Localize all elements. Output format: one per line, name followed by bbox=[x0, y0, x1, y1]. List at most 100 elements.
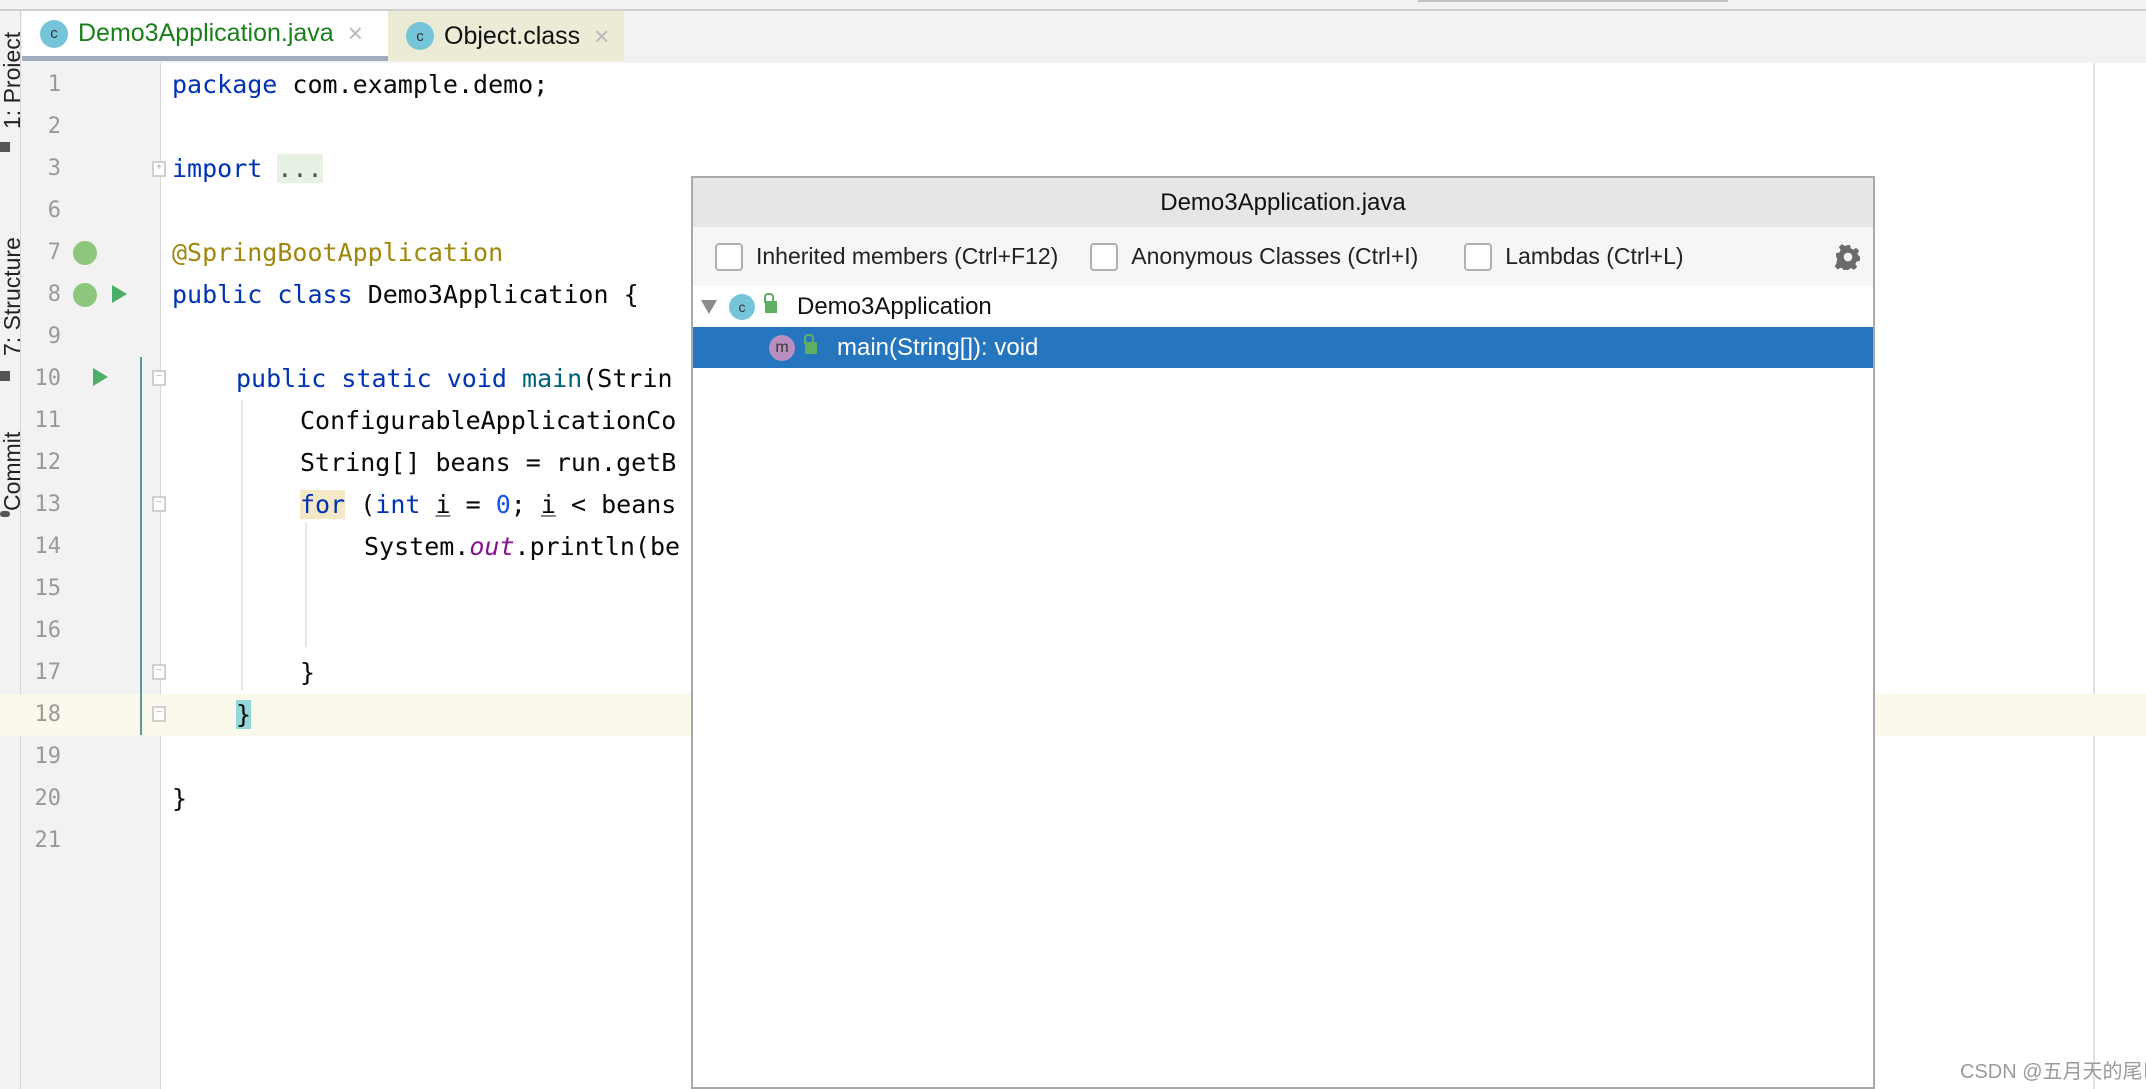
tool-window-structure[interactable]: 7: Structure bbox=[0, 237, 20, 356]
close-icon[interactable]: × bbox=[594, 21, 609, 52]
public-access-icon bbox=[804, 333, 817, 354]
variable: i bbox=[435, 490, 451, 519]
line-number: 12 bbox=[34, 450, 62, 475]
keyword: static bbox=[341, 364, 432, 393]
tab-object-class[interactable]: c Object.class × bbox=[388, 11, 624, 61]
method-icon: m bbox=[769, 334, 795, 361]
checkbox-box[interactable] bbox=[1464, 242, 1493, 271]
window-top-bar bbox=[0, 0, 2146, 11]
code-line-17: } bbox=[300, 658, 316, 687]
line-number: 14 bbox=[34, 534, 62, 559]
matched-brace: } bbox=[236, 700, 252, 729]
line-number: 21 bbox=[34, 828, 62, 853]
line-number: 6 bbox=[47, 198, 61, 223]
folded-imports[interactable]: ... bbox=[277, 154, 323, 183]
line-number: 2 bbox=[47, 114, 61, 139]
folder-icon bbox=[0, 142, 10, 152]
method-name: main bbox=[522, 364, 583, 393]
line-number: 3 bbox=[47, 156, 61, 181]
line-number: 19 bbox=[34, 744, 62, 769]
expand-fold-icon[interactable]: + bbox=[152, 161, 166, 177]
checkbox-label: Inherited members (Ctrl+F12) bbox=[756, 243, 1059, 269]
inherited-members-checkbox[interactable]: Inherited members (Ctrl+F12) bbox=[715, 242, 1059, 271]
line-number: 1 bbox=[47, 72, 61, 97]
tab-demo3application[interactable]: c Demo3Application.java × bbox=[22, 11, 388, 61]
code-text: com.example.demo; bbox=[277, 70, 549, 99]
code-line-8: public class Demo3Application { bbox=[172, 274, 639, 316]
tree-item-label: Demo3Application bbox=[797, 292, 992, 320]
gear-icon[interactable] bbox=[1835, 244, 1861, 270]
checkbox-label: Anonymous Classes (Ctrl+I) bbox=[1131, 243, 1419, 269]
editor-tabs: c Demo3Application.java × c Object.class… bbox=[21, 11, 2146, 65]
line-number: 18 bbox=[34, 702, 62, 727]
structure-icon bbox=[0, 371, 10, 381]
keyword: class bbox=[277, 280, 353, 309]
indent-guide bbox=[305, 522, 307, 647]
popup-toolbar: Inherited members (Ctrl+F12) Anonymous C… bbox=[693, 227, 1873, 286]
run-icon[interactable] bbox=[112, 285, 127, 303]
code-text: ; bbox=[510, 490, 541, 519]
code-line-12: String[] beans = run.getB bbox=[300, 448, 677, 477]
spring-class-icon: c bbox=[729, 293, 755, 320]
spring-bean-icon[interactable] bbox=[73, 241, 97, 265]
code-text: .println(be bbox=[514, 532, 681, 561]
code-text: (Strin bbox=[582, 364, 673, 393]
spring-class-icon: c bbox=[40, 19, 68, 48]
indent-guide bbox=[241, 400, 243, 690]
line-number: 20 bbox=[34, 786, 62, 811]
locked-class-icon: c bbox=[406, 22, 434, 50]
line-number: 13 bbox=[34, 492, 62, 517]
run-icon[interactable] bbox=[93, 368, 108, 386]
checkbox-box[interactable] bbox=[1090, 242, 1119, 271]
vcs-change-marker[interactable] bbox=[140, 357, 142, 735]
keyword: int bbox=[375, 490, 421, 519]
expand-arrow-icon[interactable] bbox=[701, 299, 717, 314]
keyword: public bbox=[236, 364, 327, 393]
tree-item-label: main(String[]): void bbox=[837, 333, 1039, 361]
code-line-18: } bbox=[236, 694, 252, 736]
tool-window-project[interactable]: 1: Project bbox=[0, 32, 20, 129]
code-line-13: for (int i = 0; i < beans bbox=[300, 484, 676, 526]
lambdas-checkbox[interactable]: Lambdas (Ctrl+L) bbox=[1464, 242, 1684, 271]
code-text: < beans bbox=[555, 490, 677, 519]
code-line-14: System.out.println(be bbox=[364, 526, 680, 568]
tab-label: Demo3Application.java bbox=[78, 19, 334, 47]
keyword: void bbox=[446, 364, 507, 393]
code-line-20: } bbox=[172, 784, 188, 813]
line-number: 17 bbox=[34, 660, 62, 685]
line-number: 10 bbox=[34, 366, 62, 391]
line-number: 11 bbox=[34, 408, 62, 433]
checkbox-label: Lambdas (Ctrl+L) bbox=[1505, 243, 1684, 269]
line-number: 15 bbox=[34, 576, 62, 601]
keyword: public bbox=[172, 280, 263, 309]
line-number: 8 bbox=[47, 282, 61, 307]
checkbox-box[interactable] bbox=[715, 242, 743, 271]
code-line-10: public static void main(Strin bbox=[236, 358, 673, 400]
close-icon[interactable]: × bbox=[348, 18, 363, 49]
code-text: Demo3Application { bbox=[352, 280, 639, 309]
fold-end-icon[interactable]: − bbox=[152, 706, 166, 722]
code-line-1: package com.example.demo; bbox=[172, 64, 548, 106]
fold-end-icon[interactable]: − bbox=[152, 664, 166, 680]
left-tool-strip: 1: Project 7: Structure Commit bbox=[0, 11, 21, 1089]
line-number: 7 bbox=[47, 240, 61, 265]
tab-label: Object.class bbox=[444, 21, 581, 50]
code-line-7: @SpringBootApplication bbox=[172, 238, 504, 267]
collapse-fold-icon[interactable]: − bbox=[152, 370, 166, 386]
tool-window-commit[interactable]: Commit bbox=[0, 432, 20, 511]
spring-class-gutter-icon[interactable] bbox=[73, 283, 97, 307]
keyword: for bbox=[300, 490, 346, 519]
collapse-fold-icon[interactable]: − bbox=[152, 496, 166, 512]
variable: i bbox=[540, 490, 556, 519]
file-structure-popup[interactable]: Demo3Application.java Inherited members … bbox=[691, 176, 1875, 1089]
anonymous-classes-checkbox[interactable]: Anonymous Classes (Ctrl+I) bbox=[1090, 242, 1419, 271]
code-text: = bbox=[450, 490, 496, 519]
tree-item-method[interactable]: m main(String[]): void bbox=[693, 327, 1873, 368]
number-literal: 0 bbox=[495, 490, 511, 519]
tree-item-class[interactable]: c Demo3Application bbox=[693, 286, 1873, 327]
commit-icon bbox=[0, 511, 10, 517]
popup-title: Demo3Application.java bbox=[693, 178, 1873, 227]
public-access-icon bbox=[764, 292, 777, 313]
code-line-11: ConfigurableApplicationCo bbox=[300, 406, 677, 435]
